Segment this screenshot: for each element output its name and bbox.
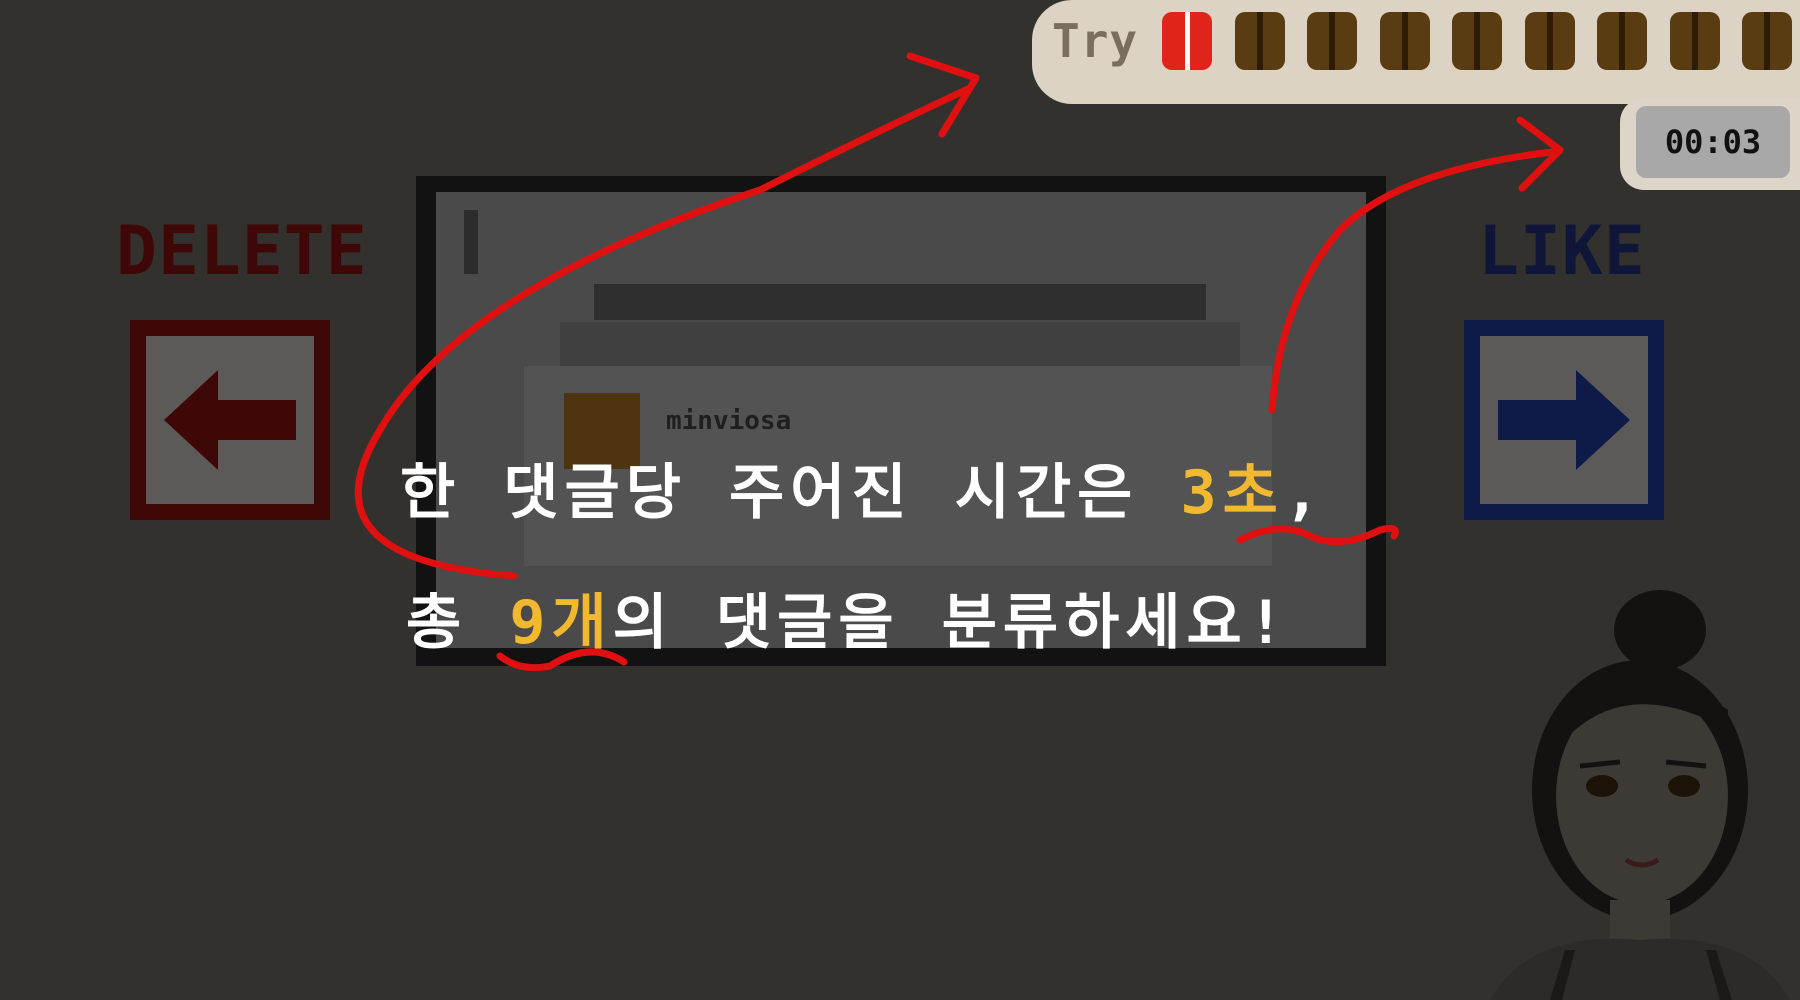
try-token	[1524, 12, 1575, 70]
annotation-arrowhead-timer	[1516, 116, 1564, 192]
try-token	[1597, 12, 1647, 70]
try-label: Try	[1052, 14, 1139, 68]
delete-label: DELETE	[116, 212, 368, 291]
tutorial-text: 총	[406, 588, 510, 658]
character-portrait	[1490, 590, 1790, 1000]
tutorial-line-2: 총 9개의 댓글을 분류하세요!	[406, 574, 1290, 661]
card-subheader-bar	[560, 322, 1240, 366]
right-arrow-icon	[1498, 370, 1630, 470]
card-header-bar	[594, 284, 1206, 320]
try-token	[1452, 12, 1502, 70]
card-scroll-indicator	[464, 210, 478, 274]
tutorial-text: ,	[1283, 458, 1326, 528]
tutorial-highlight-time: 3초	[1180, 458, 1284, 528]
try-token	[1742, 12, 1792, 70]
left-arrow-icon	[164, 370, 296, 470]
try-token	[1379, 12, 1430, 70]
try-token	[1234, 12, 1285, 70]
try-token-active	[1162, 12, 1212, 70]
tutorial-highlight-count: 9개	[509, 588, 613, 658]
annotation-arrowhead-tries	[906, 52, 980, 138]
like-label: LIKE	[1478, 212, 1646, 291]
tutorial-text: 한 댓글당 주어진 시간은	[400, 458, 1181, 528]
try-token	[1669, 12, 1720, 70]
tutorial-text: 의 댓글을 분류하세요!	[612, 588, 1290, 658]
timer-text: 00:03	[1664, 123, 1762, 161]
try-token	[1307, 12, 1357, 70]
tutorial-line-1: 한 댓글당 주어진 시간은 3초,	[400, 444, 1326, 531]
delete-button[interactable]	[130, 320, 330, 520]
like-button[interactable]	[1464, 320, 1664, 520]
comment-username: minviosa	[666, 406, 792, 436]
